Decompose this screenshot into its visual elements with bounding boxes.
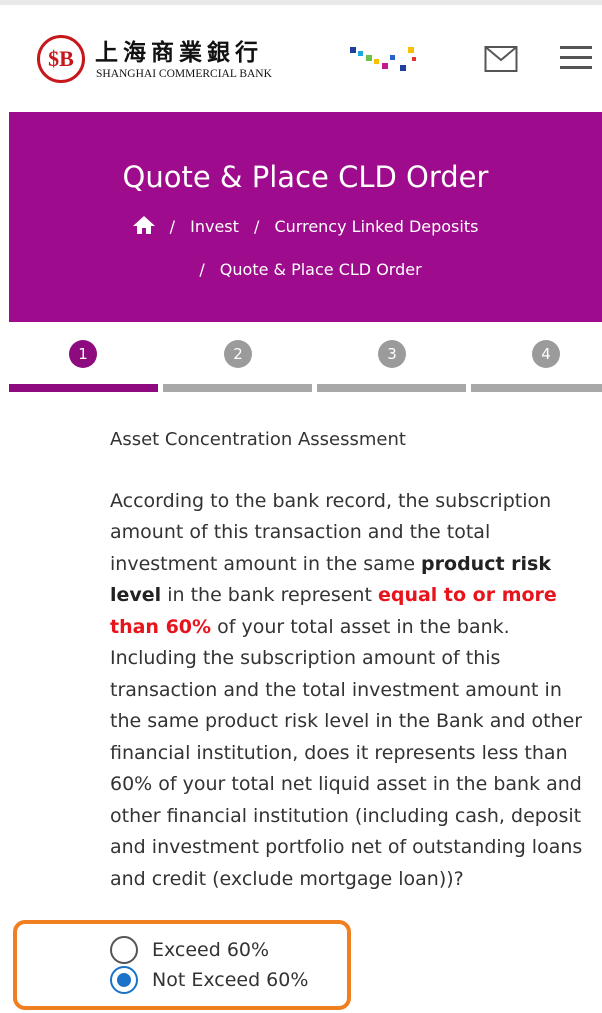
option-not-exceed-60[interactable]: Not Exceed 60% (110, 966, 308, 994)
top-navigation-bar: $B 上海商業銀行 SHANGHAI COMMERCIAL BANK (0, 0, 602, 112)
home-icon[interactable] (132, 216, 155, 234)
statement-text: in the bank represent (161, 584, 378, 606)
radio-exceed-60[interactable] (110, 936, 138, 964)
breadcrumb-separator: / (199, 260, 205, 279)
options-highlight-box (13, 920, 351, 1010)
assessment-statement: According to the bank record, the subscr… (110, 486, 590, 644)
step-2-bar (163, 384, 312, 392)
breadcrumb-separator: / (254, 217, 260, 236)
step-1-indicator: 1 (69, 340, 97, 368)
bank-logo-seal[interactable]: $B (37, 35, 85, 83)
step-4-indicator: 4 (532, 340, 560, 368)
option-label[interactable]: Not Exceed 60% (152, 969, 308, 991)
step-1-bar (9, 384, 158, 392)
page-hero-banner: Quote & Place CLD Order / Invest / Curre… (9, 112, 602, 322)
bank-name-chinese: 上海商業銀行 (95, 39, 263, 66)
mail-icon[interactable] (484, 45, 518, 73)
step-2-indicator: 2 (224, 340, 252, 368)
statement-text: of your total asset in the bank. (211, 615, 510, 638)
section-heading: Asset Concentration Assessment (110, 429, 406, 450)
breadcrumb-invest[interactable]: Invest (190, 217, 239, 236)
page-title: Quote & Place CLD Order (122, 160, 489, 194)
assessment-question: Including the subscription amount of thi… (110, 647, 583, 890)
step-3-indicator: 3 (378, 340, 406, 368)
assessment-section: Asset Concentration Assessment According… (110, 424, 590, 895)
step-progress-indicator: 1 2 3 4 (9, 322, 602, 394)
option-exceed-60[interactable]: Exceed 60% (110, 936, 269, 964)
pixel-logo-icon (350, 47, 416, 71)
breadcrumb: / Invest / Currency Linked Deposits (9, 216, 602, 236)
bank-name-english: SHANGHAI COMMERCIAL BANK (96, 68, 272, 80)
breadcrumb-current-page: Quote & Place CLD Order (219, 260, 422, 279)
breadcrumb-currency-linked-deposits[interactable]: Currency Linked Deposits (274, 217, 478, 236)
breadcrumb-separator: / (169, 217, 176, 236)
menu-icon[interactable] (558, 43, 594, 73)
step-3-bar (317, 384, 466, 392)
step-4-bar (471, 384, 602, 392)
option-label[interactable]: Exceed 60% (152, 939, 269, 961)
radio-not-exceed-60[interactable] (110, 966, 138, 994)
breadcrumb-continued: / Quote & Place CLD Order (9, 260, 602, 279)
